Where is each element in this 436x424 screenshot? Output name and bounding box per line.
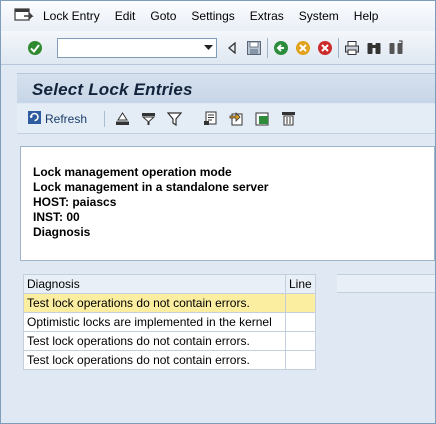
info-line-diagnosis: Diagnosis	[33, 225, 91, 239]
exit-icon[interactable]	[294, 39, 312, 57]
info-line-server: Lock management in a standalone server	[33, 180, 269, 194]
standard-toolbar	[1, 31, 435, 65]
line-cell[interactable]	[285, 331, 316, 351]
print-icon[interactable]	[343, 39, 361, 57]
menu-help[interactable]: Help	[354, 9, 379, 23]
find-next-icon[interactable]	[387, 39, 405, 57]
refresh-label: Refresh	[45, 111, 88, 126]
diagnosis-table-area: Diagnosis Line Test lock operations do n…	[20, 272, 435, 423]
menu-bar: Lock Entry Edit Goto Settings Extras Sys…	[1, 1, 435, 31]
trash-icon[interactable]	[279, 110, 297, 128]
toolbar-separator	[267, 37, 268, 58]
menu-lock-entry[interactable]: Lock Entry	[43, 9, 100, 23]
diagnosis-cell[interactable]: Test lock operations do not contain erro…	[23, 331, 286, 351]
back-icon[interactable]	[272, 39, 290, 57]
toolbar-separator	[104, 110, 106, 127]
chevron-down-icon[interactable]	[201, 40, 215, 56]
diagnosis-cell[interactable]: Test lock operations do not contain erro…	[23, 293, 286, 313]
menu-system[interactable]: System	[299, 9, 339, 23]
back-arrow-icon[interactable]	[223, 39, 241, 57]
table-row[interactable]: Test lock operations do not contain erro…	[23, 293, 316, 313]
system-menu-icon[interactable]	[14, 7, 34, 25]
enter-icon[interactable]	[26, 39, 44, 57]
sap-window: Lock Entry Edit Goto Settings Extras Sys…	[0, 0, 436, 424]
line-cell[interactable]	[285, 293, 316, 313]
set-filter-icon[interactable]	[165, 110, 183, 128]
command-field[interactable]	[57, 37, 217, 58]
info-panel: Lock management operation mode Lock mana…	[20, 146, 435, 261]
find-icon[interactable]	[365, 39, 383, 57]
details-icon[interactable]	[201, 110, 219, 128]
menu-settings[interactable]: Settings	[191, 9, 234, 23]
command-input[interactable]	[58, 38, 198, 57]
info-line-host: HOST: paiascs	[33, 195, 117, 209]
table-row[interactable]: Test lock operations do not contain erro…	[23, 331, 316, 351]
menu-extras[interactable]: Extras	[250, 9, 284, 23]
filter-icon[interactable]	[139, 110, 157, 128]
diagnosis-cell[interactable]: Optimistic locks are implemented in the …	[23, 312, 286, 332]
column-header-line[interactable]: Line	[285, 274, 316, 294]
toolbar-separator	[338, 37, 339, 58]
menu-edit[interactable]: Edit	[115, 9, 136, 23]
table-row[interactable]: Test lock operations do not contain erro…	[23, 350, 316, 370]
table-header-filler	[337, 274, 435, 293]
info-line-mode: Lock management operation mode	[33, 165, 232, 179]
line-cell[interactable]	[285, 350, 316, 370]
title-bar: Select Lock Entries	[17, 73, 435, 103]
select-all-icon[interactable]	[113, 110, 131, 128]
menu-goto[interactable]: Goto	[150, 9, 176, 23]
save-icon[interactable]	[245, 39, 263, 57]
line-cell[interactable]	[285, 312, 316, 332]
diagnosis-cell[interactable]: Test lock operations do not contain erro…	[23, 350, 286, 370]
page-title: Select Lock Entries	[32, 80, 193, 99]
table-row[interactable]: Optimistic locks are implemented in the …	[23, 312, 316, 332]
refresh-icon	[27, 110, 42, 128]
diagnosis-table: Diagnosis Line Test lock operations do n…	[23, 274, 316, 370]
display-icon[interactable]	[253, 110, 271, 128]
refresh-button[interactable]: Refresh	[27, 110, 87, 128]
export-icon[interactable]	[227, 110, 245, 128]
column-header-diagnosis[interactable]: Diagnosis	[23, 274, 286, 294]
table-header-row: Diagnosis Line	[23, 274, 316, 294]
info-line-inst: INST: 00	[33, 210, 80, 224]
cancel-icon[interactable]	[316, 39, 334, 57]
application-toolbar: Refresh	[17, 104, 435, 134]
